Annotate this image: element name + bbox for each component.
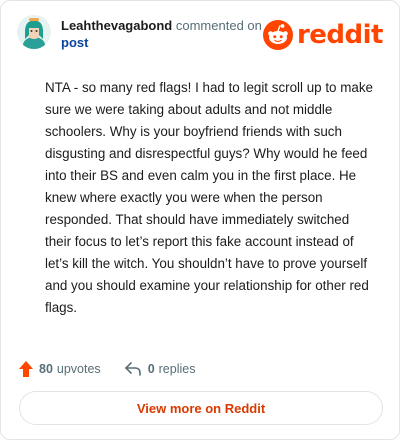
upvote-label: upvotes: [56, 362, 101, 376]
reply-count: 0: [147, 362, 155, 376]
avatar[interactable]: [17, 15, 51, 49]
reddit-logo[interactable]: reddit: [262, 19, 384, 51]
upvote-arrow-icon: [19, 361, 33, 377]
comment-header: Leahthevagabond commented on post reddit: [17, 15, 384, 55]
post-link[interactable]: post: [61, 34, 262, 51]
replies-button[interactable]: 0 replies: [124, 362, 196, 376]
upvote-button[interactable]: 80 upvotes: [19, 361, 101, 377]
comment-body: NTA - so many red flags! I had to legit …: [45, 80, 373, 315]
username-link[interactable]: Leahthevagabond: [61, 18, 172, 33]
reddit-wordmark: reddit: [296, 20, 384, 50]
comment-meta: Leahthevagabond commented on post: [61, 17, 262, 51]
reply-icon: [124, 362, 141, 376]
reddit-snoo-icon: [262, 20, 293, 50]
reply-label: replies: [158, 362, 196, 376]
action-text: commented on: [175, 18, 262, 33]
view-more-button[interactable]: View more on Reddit: [19, 391, 383, 425]
comment-embed-card: Leahthevagabond commented on post reddit…: [0, 0, 400, 440]
comment-actions: 80 upvotes 0 replies: [19, 359, 219, 379]
upvote-count: 80: [39, 362, 53, 376]
